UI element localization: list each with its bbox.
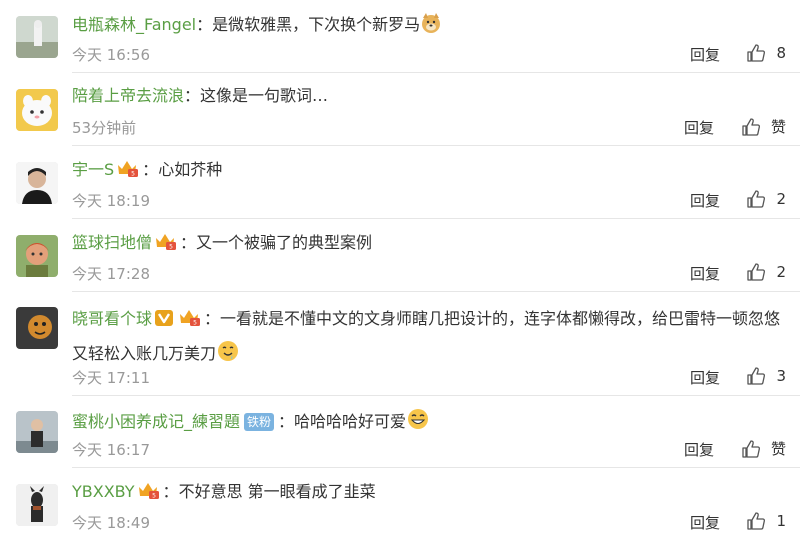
verified-v-icon [154, 306, 174, 338]
comment-list: 电瓶森林_Fangel：是微软雅黑，下次换个新罗马 今天 16:56 回复 8 … [0, 0, 800, 538]
comment-text: 蜜桃小困养成记_練習題 铁粉 ：哈哈哈哈好可爱 [72, 407, 786, 437]
thumbs-up-icon [747, 190, 766, 208]
username-link[interactable]: 陪着上帝去流浪 [72, 86, 184, 105]
thumbs-up-icon [747, 44, 766, 62]
thumbs-up-icon [742, 117, 760, 136]
divider [72, 145, 800, 146]
like-count: 8 [776, 44, 786, 62]
comment-time: 53分钟前 [72, 119, 137, 137]
comment-time: 今天 18:49 [72, 514, 150, 532]
doge-emoji-icon [420, 12, 442, 40]
avatar[interactable] [16, 235, 58, 277]
comment-body: 是微软雅黑，下次换个新罗马 [212, 15, 421, 34]
comment-body: 又一个被骗了的典型案例 [196, 233, 373, 252]
username-link[interactable]: 篮球扫地僧 [72, 233, 152, 252]
username-link[interactable]: 蜜桃小困养成记_練習題 [72, 412, 240, 431]
reply-button[interactable]: 回复 [690, 367, 720, 388]
reply-button[interactable]: 回复 [684, 117, 714, 138]
comment-body: 心如芥种 [158, 160, 223, 179]
like-count: 1 [776, 512, 786, 530]
comment-body: 这像是一句歌词… [200, 86, 329, 105]
reply-button[interactable]: 回复 [684, 439, 714, 460]
reply-button[interactable]: 回复 [690, 44, 720, 65]
like-button[interactable]: 2 [746, 262, 786, 282]
reply-button[interactable]: 回复 [690, 263, 720, 284]
svg-text:5: 5 [131, 171, 135, 178]
vip-crown-icon: 5 [137, 480, 161, 506]
like-count: 3 [776, 367, 786, 385]
comment-time: 今天 18:19 [72, 192, 150, 210]
divider [72, 72, 800, 73]
username-link[interactable]: 晓哥看个球 [72, 309, 152, 328]
thumbs-up-icon [747, 367, 766, 385]
like-count: 赞 [770, 440, 786, 458]
fan-badge: 铁粉 [244, 413, 275, 431]
avatar[interactable] [16, 484, 58, 526]
comment-body: 不好意思 第一眼看成了韭菜 [178, 482, 376, 501]
comment-time: 今天 17:28 [72, 265, 150, 283]
avatar[interactable] [16, 307, 58, 349]
comment-body: 哈哈哈哈好可爱 [294, 412, 407, 431]
like-count: 2 [776, 263, 786, 281]
comment-text: 宇一S 5 ：心如芥种 [72, 158, 786, 184]
comment-text: 晓哥看个球 5 ：一看就是不懂中文的文身师瞎几把设计的，连字体都懒得改，给巴雷特一顿… [72, 303, 786, 374]
divider [72, 395, 800, 396]
username-link[interactable]: 宇一S [72, 160, 114, 179]
vip-crown-icon: 5 [178, 306, 202, 338]
reply-button[interactable]: 回复 [690, 512, 720, 533]
like-button[interactable]: 赞 [741, 438, 786, 459]
like-button[interactable]: 2 [746, 189, 786, 209]
avatar[interactable] [16, 162, 58, 204]
divider [72, 218, 800, 219]
vip-crown-icon: 5 [154, 231, 178, 257]
avatar[interactable] [16, 89, 58, 131]
username-link[interactable]: YBXXBY [72, 482, 135, 501]
like-button[interactable]: 赞 [741, 116, 786, 137]
thumbs-up-icon [742, 439, 760, 458]
thumbs-up-icon [747, 263, 766, 281]
thumbs-up-icon [747, 512, 766, 530]
like-button[interactable]: 3 [746, 366, 786, 386]
grin-emoji-icon [406, 407, 430, 437]
comment-text: 陪着上帝去流浪：这像是一句歌词… [72, 86, 329, 105]
avatar[interactable] [16, 411, 58, 453]
comment-time: 今天 16:17 [72, 441, 150, 459]
divider [72, 467, 800, 468]
comment-time: 今天 17:11 [72, 369, 150, 387]
like-count: 2 [776, 190, 786, 208]
svg-text:5: 5 [193, 320, 197, 327]
comment-time: 今天 16:56 [72, 46, 150, 64]
like-button[interactable]: 8 [746, 43, 786, 63]
svg-text:5: 5 [169, 244, 173, 251]
divider [72, 291, 800, 292]
vip-crown-icon: 5 [116, 158, 140, 184]
username-link[interactable]: 电瓶森林_Fangel [72, 15, 196, 34]
drool-emoji-icon [216, 339, 240, 374]
like-count: 赞 [770, 118, 786, 136]
comment-text: YBXXBY 5 ：不好意思 第一眼看成了韭菜 [72, 480, 786, 506]
comment-text: 篮球扫地僧 5 ：又一个被骗了的典型案例 [72, 231, 786, 257]
reply-button[interactable]: 回复 [690, 190, 720, 211]
like-button[interactable]: 1 [746, 511, 786, 531]
svg-text:5: 5 [152, 493, 156, 500]
comment-text: 电瓶森林_Fangel：是微软雅黑，下次换个新罗马 [72, 12, 786, 40]
avatar[interactable] [16, 16, 58, 58]
